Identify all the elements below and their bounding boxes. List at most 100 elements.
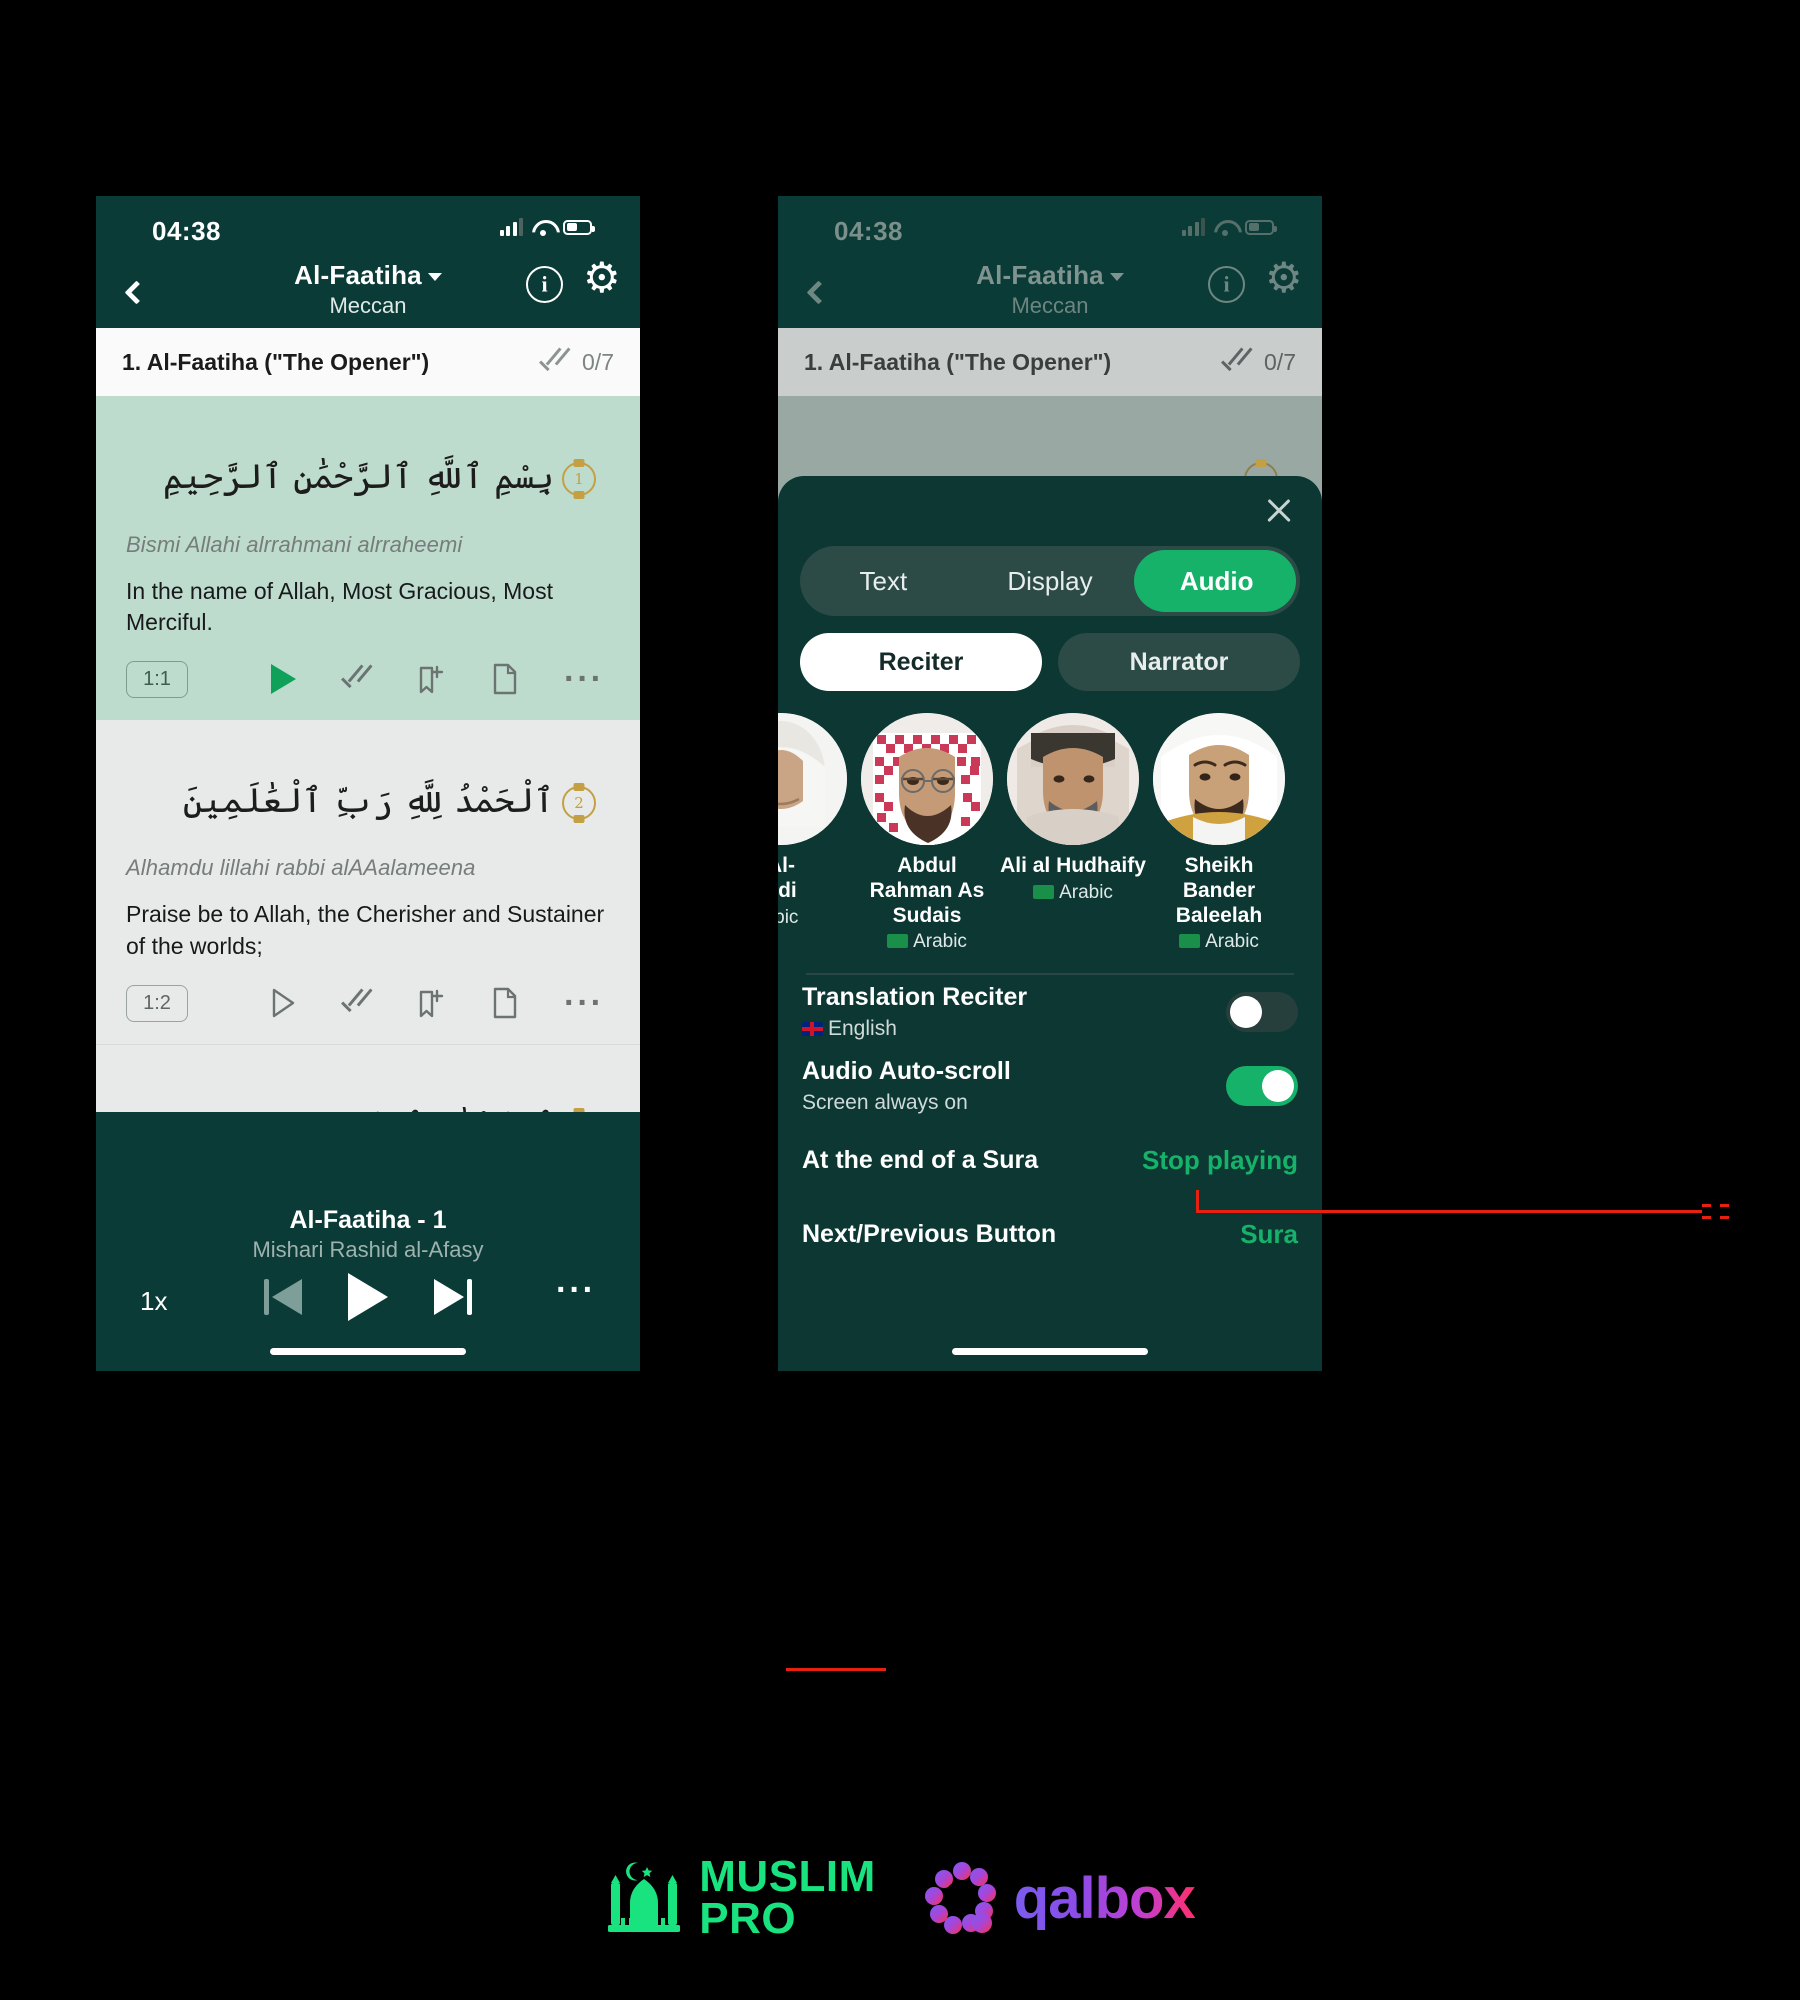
reciter-carousel[interactable]: Al-ndi abic — [778, 713, 1322, 963]
translation-reciter-toggle[interactable] — [1226, 992, 1298, 1032]
reciter-button[interactable]: Reciter — [800, 633, 1042, 691]
narrator-button[interactable]: Narrator — [1058, 633, 1300, 691]
sura-progress-strip: 1. Al-Faatiha ("The Opener") 0/7 — [96, 328, 640, 396]
mosque-icon — [605, 1861, 683, 1935]
verse-translation: In the name of Allah, Most Gracious, Mos… — [126, 577, 553, 636]
verse-progress-count: 0/7 — [1264, 348, 1296, 375]
chevron-down-icon[interactable] — [1109, 273, 1124, 282]
status-icons — [1181, 218, 1277, 236]
qalbox-wordmark: qalbox — [1013, 1865, 1196, 1931]
more-options-icon[interactable]: ··· — [564, 986, 604, 1019]
double-check-icon[interactable] — [340, 664, 373, 690]
saudi-arabia-flag-icon — [887, 934, 909, 949]
battery-icon — [563, 219, 595, 235]
bookmark-add-icon[interactable] — [418, 988, 446, 1019]
info-circle-icon[interactable] — [526, 266, 563, 303]
skip-previous-icon[interactable] — [264, 1275, 312, 1319]
reciter-name: Ali al Hudhaify — [1000, 854, 1146, 877]
qalbox-mark-icon — [924, 1860, 1000, 1936]
reciter-language: Arabic — [1000, 882, 1146, 904]
setting-label: At the end of a Sura — [802, 1145, 1039, 1174]
saudi-arabia-flag-icon — [1179, 934, 1201, 949]
right-phone-screen: 04:38 Al-Faatiha Meccan 1. Al-Faatiha ("… — [778, 196, 1322, 1371]
ayah-marker-icon: 2 — [562, 785, 596, 820]
setting-sub-text: English — [828, 1017, 897, 1040]
sura-name: Al-Faatiha — [294, 260, 422, 290]
footer-logos: MUSLIM PRO qalbox — [0, 1855, 1800, 1941]
reciter-language: abic — [778, 906, 799, 928]
play-icon[interactable] — [271, 664, 297, 695]
nav-actions — [526, 257, 622, 303]
verse-row-1-2[interactable]: 2 ٱلْحَمْدُ لِلَّهِ رَبِّ ٱلْعَٰلَمِينَ A… — [96, 720, 640, 1045]
setting-label: Translation Reciter — [802, 983, 1028, 1011]
avatar — [1007, 713, 1139, 845]
annotation-line-vertical — [1196, 1190, 1199, 1212]
gear-icon[interactable] — [583, 257, 622, 303]
status-bar: 04:38 — [778, 196, 1322, 266]
setting-label: Next/Previous Button — [802, 1219, 1057, 1248]
verse-action-row: 1:2 ··· — [126, 984, 610, 1044]
gear-icon[interactable] — [1265, 257, 1304, 303]
nav-bar: Al-Faatiha Meccan — [96, 257, 640, 328]
play-icon[interactable] — [271, 988, 296, 1018]
verse-action-icons: ··· — [271, 662, 610, 695]
verse-translation: Praise be to Allah, the Cherisher and Su… — [126, 901, 605, 960]
verse-transliteration: Bismi Allahi alrrahmani alrraheemi — [126, 531, 463, 557]
close-icon[interactable] — [1262, 494, 1296, 528]
setting-end-of-sura[interactable]: At the end of a Sura Stop playing — [778, 1123, 1322, 1197]
reciter-card-baleelah[interactable]: Sheikh Bander Baleelah Arabic — [1146, 713, 1292, 953]
language-label: Arabic — [1059, 881, 1113, 903]
verse-list[interactable]: 1 بِسْمِ ٱللَّهِ ٱلرَّحْمَٰنِ ٱلرَّحِيمِ … — [96, 396, 640, 1112]
reciter-card-hudhaify[interactable]: Ali al Hudhaify Arabic — [1000, 713, 1146, 904]
setting-next-previous-button[interactable]: Next/Previous Button Sura — [778, 1197, 1322, 1271]
home-indicator — [270, 1348, 466, 1355]
play-icon[interactable] — [348, 1273, 388, 1321]
reciter-name: Al-ndi — [778, 854, 797, 902]
end-of-sura-value[interactable]: Stop playing — [1142, 1145, 1298, 1176]
battery-icon — [1245, 219, 1277, 235]
info-circle-icon[interactable] — [1208, 266, 1245, 303]
avatar — [778, 713, 847, 845]
verse-row-1-3[interactable]: 3ٱلرَّحْمَٰنِ ٱلرَّحِيمِ Alrrahmani alrr… — [96, 1045, 640, 1112]
wifi-icon — [1214, 219, 1236, 236]
reciter-language: Arabic — [1146, 931, 1292, 953]
setting-translation-reciter[interactable]: Translation Reciter English — [778, 975, 1322, 1049]
next-previous-value[interactable]: Sura — [1240, 1219, 1298, 1250]
setting-label-block: Audio Auto-scroll Screen always on — [802, 1057, 1011, 1115]
reciter-name: Sheikh Bander Baleelah — [1175, 854, 1263, 927]
double-check-icon — [1220, 347, 1253, 373]
verse-row-1-1[interactable]: 1 بِسْمِ ٱللَّهِ ٱلرَّحْمَٰنِ ٱلرَّحِيمِ … — [96, 396, 640, 720]
language-label: Arabic — [1205, 931, 1259, 953]
more-options-icon[interactable]: ··· — [556, 1273, 596, 1306]
sura-strip-title: 1. Al-Faatiha ("The Opener") — [804, 348, 1112, 375]
annotation-line-reciter — [1196, 1210, 1702, 1213]
reciter-card-sudais[interactable]: Abdul Rahman As Sudais Arabic — [854, 713, 1000, 953]
annotation-dash — [1702, 1204, 1738, 1207]
cellular-signal-icon — [499, 218, 523, 236]
note-icon[interactable] — [492, 663, 518, 695]
chevron-down-icon[interactable] — [427, 273, 442, 282]
sura-progress-strip: 1. Al-Faatiha ("The Opener") 0/7 — [778, 328, 1322, 396]
verse-arabic-text: 3 ٱلرَّحْمَٰنِ ٱلرَّحِيمِ — [126, 1071, 610, 1112]
verse-reference-badge[interactable]: 1:2 — [126, 984, 188, 1022]
bookmark-add-icon[interactable] — [418, 664, 446, 695]
verse-reference-badge[interactable]: 1:1 — [126, 660, 188, 698]
tab-text[interactable]: Text — [800, 546, 967, 616]
reciter-card-partial[interactable]: Al-ndi abic — [778, 713, 854, 929]
verse-action-row: 1:1 ··· — [126, 660, 610, 720]
double-check-icon[interactable] — [340, 988, 373, 1014]
tab-display[interactable]: Display — [967, 546, 1134, 616]
muslim-pro-wordmark: MUSLIM PRO — [699, 1855, 876, 1941]
player-track-title: Al-Faatiha - 1 — [289, 1206, 447, 1234]
setting-audio-autoscroll[interactable]: Audio Auto-scroll Screen always on — [778, 1049, 1322, 1123]
arabic-script: ٱلرَّحْمَٰنِ ٱلرَّحِيمِ — [304, 1106, 554, 1112]
skip-next-icon[interactable] — [424, 1275, 472, 1319]
avatar — [1153, 713, 1285, 845]
playback-speed-button[interactable]: 1x — [140, 1286, 167, 1317]
note-icon[interactable] — [492, 987, 518, 1019]
tab-audio[interactable]: Audio — [1133, 546, 1300, 616]
audio-autoscroll-toggle[interactable] — [1226, 1066, 1298, 1106]
sura-strip-title: 1. Al-Faatiha ("The Opener") — [122, 348, 430, 375]
more-options-icon[interactable]: ··· — [564, 662, 604, 695]
qalbox-logo: qalbox — [924, 1860, 1196, 1936]
